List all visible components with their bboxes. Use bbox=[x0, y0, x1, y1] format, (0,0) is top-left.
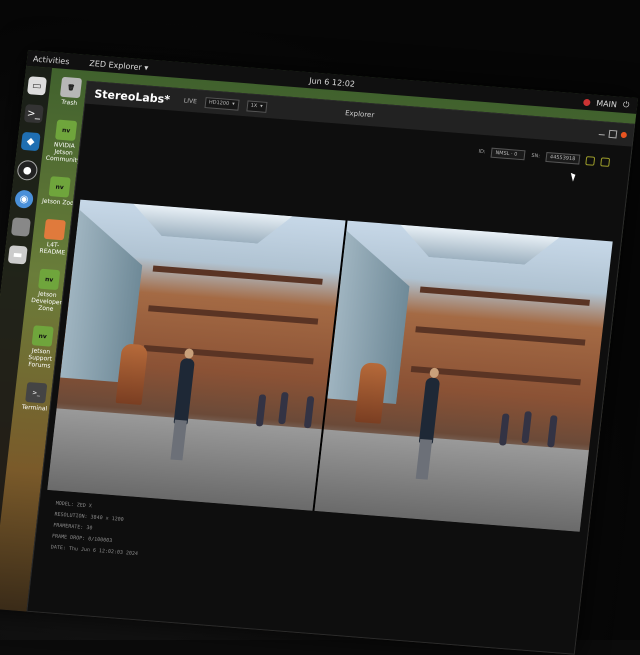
zed-explorer-window: StereoLabs* LIVE HD1200 ▾ 1X ▾ Explorer bbox=[26, 80, 636, 655]
terminal-icon[interactable]: >_ bbox=[23, 103, 44, 124]
id-label: ID: bbox=[478, 148, 486, 156]
app-menu[interactable]: ZED Explorer ▾ bbox=[89, 58, 149, 72]
resolution-select[interactable]: HD1200 ▾ bbox=[204, 96, 240, 111]
monitor-screen: Activities ZED Explorer ▾ Jun 6 12:02 MA… bbox=[0, 50, 639, 655]
right-camera-view bbox=[314, 220, 613, 532]
live-label: LIVE bbox=[183, 96, 198, 105]
system-tray[interactable]: MAIN ⏻ bbox=[582, 97, 630, 111]
nvidia-icon: nv bbox=[31, 325, 54, 347]
user-label[interactable]: MAIN bbox=[596, 98, 618, 109]
desktop-icon-label: Jetson Support Forums bbox=[27, 347, 53, 370]
drive-icon[interactable]: ▬ bbox=[7, 245, 28, 265]
speed-select[interactable]: 1X ▾ bbox=[245, 99, 268, 113]
desktop-icon-label: Trash bbox=[60, 98, 78, 108]
minimize-icon[interactable] bbox=[598, 131, 606, 136]
folder-icon bbox=[43, 218, 66, 241]
info-kiosk bbox=[354, 362, 388, 424]
chromium-icon[interactable]: ◉ bbox=[14, 189, 35, 209]
left-camera-view bbox=[47, 199, 346, 511]
desktop-icon-label: L4T-README bbox=[39, 241, 66, 257]
photo-background: Activities ZED Explorer ▾ Jun 6 12:02 MA… bbox=[0, 0, 640, 655]
clock[interactable]: Jun 6 12:02 bbox=[309, 76, 356, 89]
refresh-icon[interactable] bbox=[585, 155, 596, 166]
window-title: Explorer bbox=[344, 109, 375, 120]
settings-icon[interactable] bbox=[600, 156, 611, 167]
status-icon[interactable] bbox=[582, 98, 591, 106]
camera-info-panel: MODEL: ZED X RESOLUTION: 3840 x 1200 FRA… bbox=[50, 499, 143, 561]
terminal-icon: >_ bbox=[25, 381, 48, 404]
sn-label: SN: bbox=[530, 152, 541, 160]
speed-value: 1X bbox=[250, 102, 258, 110]
desktop-icon-label: Jetson Developer Zone bbox=[30, 290, 63, 313]
trash-icon: 🗑 bbox=[59, 76, 83, 99]
obs-icon[interactable]: ● bbox=[16, 159, 39, 182]
chevron-down-icon: ▾ bbox=[259, 103, 263, 110]
activities-button[interactable]: Activities bbox=[33, 54, 70, 66]
nvidia-icon: nv bbox=[55, 119, 78, 141]
stereo-video-feed bbox=[47, 199, 613, 532]
app-icon[interactable] bbox=[10, 217, 31, 237]
viewer-area: ID: NMSL · 0 SN: 44553918 MODEL: ZED X R… bbox=[27, 103, 632, 654]
camera-id-select[interactable]: NMSL · 0 bbox=[490, 147, 526, 161]
info-kiosk bbox=[115, 343, 149, 405]
desktop-icon-label: Terminal bbox=[21, 403, 48, 413]
window-controls bbox=[598, 129, 628, 139]
desktop-icon-label: Jetson Zoo bbox=[41, 197, 75, 208]
serial-number-field[interactable]: 44553918 bbox=[545, 151, 581, 165]
chevron-down-icon: ▾ bbox=[231, 101, 235, 108]
person bbox=[173, 357, 195, 425]
camera-toolbar: ID: NMSL · 0 SN: 44553918 bbox=[478, 147, 611, 167]
brand-logo: StereoLabs* bbox=[93, 86, 171, 106]
mouse-cursor-icon bbox=[570, 171, 577, 182]
files-icon[interactable]: ▭ bbox=[27, 76, 47, 96]
close-icon[interactable] bbox=[620, 131, 628, 139]
nvidia-icon: nv bbox=[38, 268, 61, 291]
resolution-value: HD1200 bbox=[208, 99, 230, 107]
nvidia-icon: nv bbox=[48, 176, 71, 198]
desktop-icon-label: NVIDIA Jetson Community bbox=[45, 141, 81, 165]
vscode-icon[interactable]: ◆ bbox=[20, 131, 41, 152]
maximize-icon[interactable] bbox=[608, 129, 618, 139]
person bbox=[418, 377, 441, 444]
power-icon[interactable]: ⏻ bbox=[622, 100, 629, 110]
